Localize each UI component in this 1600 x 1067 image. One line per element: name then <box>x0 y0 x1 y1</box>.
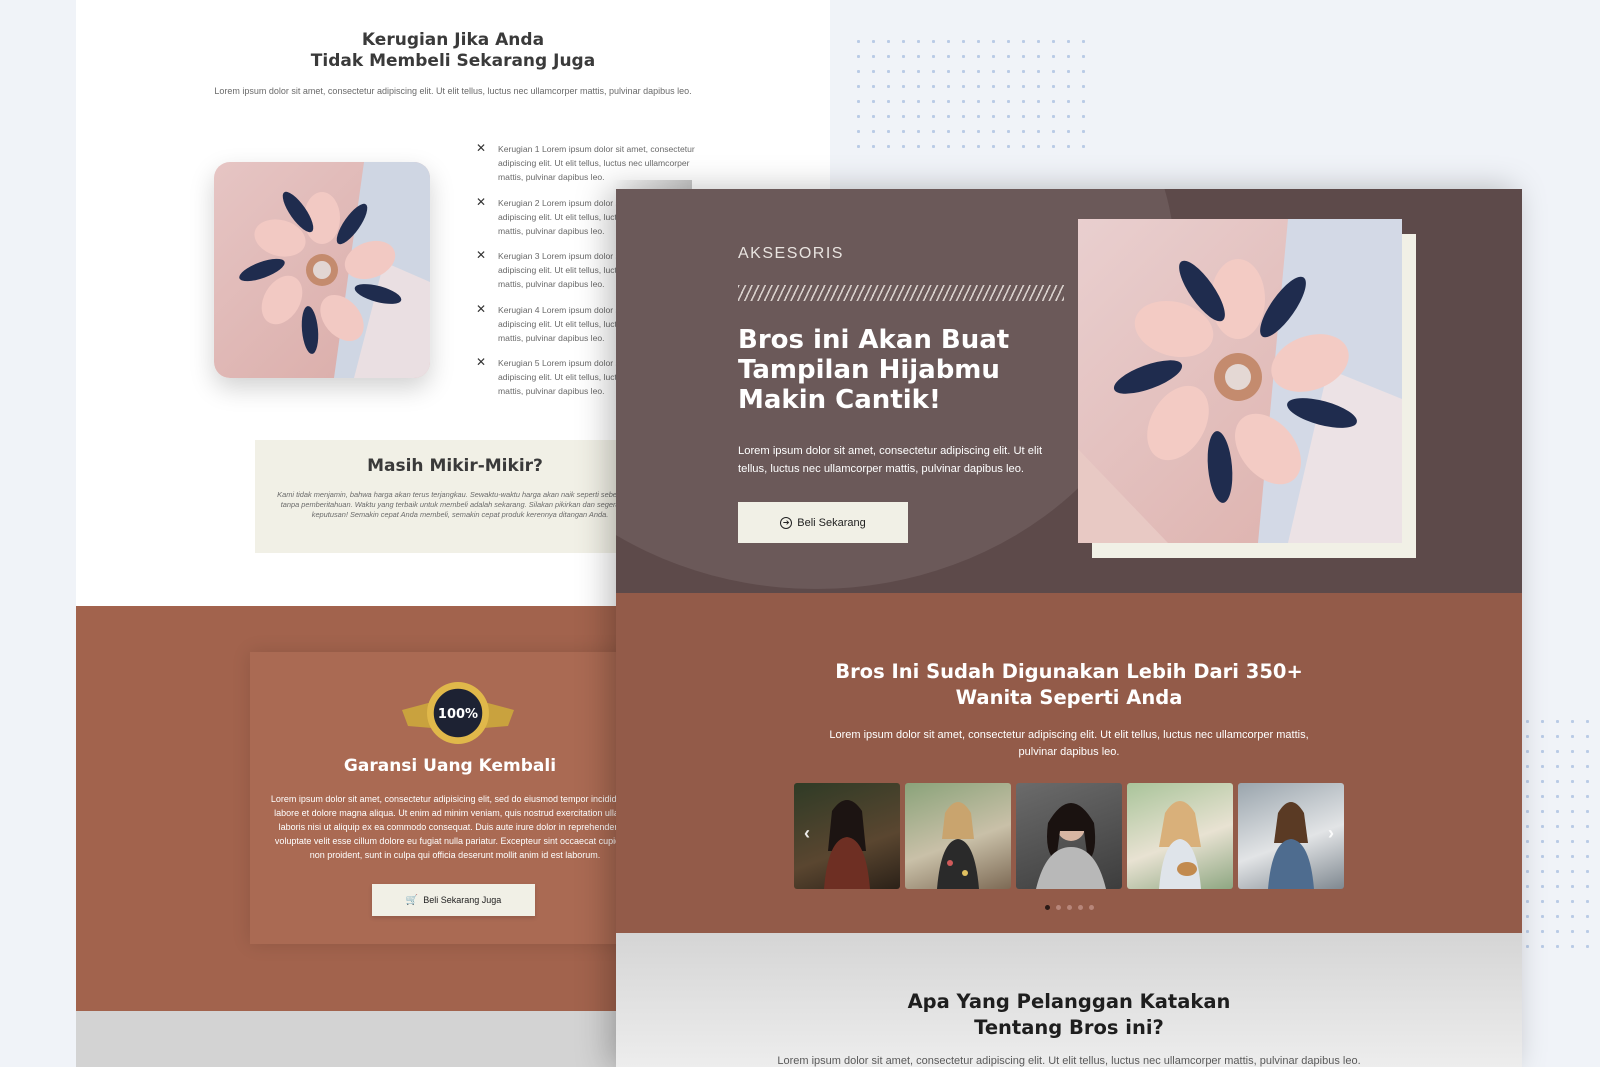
users-description: Lorem ipsum dolor sit amet, consectetur … <box>829 729 1309 758</box>
loss-subtitle: Lorem ipsum dolor sit amet, consectetur … <box>214 86 692 96</box>
carousel-dot[interactable] <box>1077 905 1083 910</box>
x-icon: ✕ <box>476 194 487 209</box>
users-title: Bros Ini Sudah Digunakan Lebih Dari 350+… <box>616 659 1522 711</box>
customer-photo <box>1127 783 1233 889</box>
buy-now-label: Beli Sekarang <box>797 516 866 529</box>
hero-title: Bros ini Akan Buat Tampilan Hijabmu Maki… <box>738 325 1010 415</box>
x-icon: ✕ <box>476 141 487 155</box>
testimonials-title-line1: Apa Yang Pelanggan Katakan <box>907 990 1231 1013</box>
doubt-title: Masih Mikir-Mikir? <box>367 456 543 476</box>
x-icon: ✕ <box>476 355 487 369</box>
x-icon: ✕ <box>476 301 487 316</box>
x-icon: ✕ <box>476 248 487 262</box>
front-landing-page: AKSESORIS Bros ini Akan Buat Tampilan Hi… <box>616 189 1522 1067</box>
carousel-dot[interactable] <box>1044 905 1050 910</box>
circle-arrow-right-icon: ➔ <box>780 516 793 529</box>
loss-heading-line1: Kerugian Jika Anda <box>361 30 545 50</box>
dot-pattern-top <box>851 34 1091 154</box>
badge-text: 100% <box>438 707 478 722</box>
testimonials-description: Lorem ipsum dolor sit amet, consectetur … <box>777 1055 1361 1067</box>
dot-pattern-right <box>1520 714 1594 954</box>
chevron-right-icon[interactable]: › <box>1328 823 1334 844</box>
guarantee-title: Garansi Uang Kembali <box>343 756 557 776</box>
money-back-badge-icon: 100% <box>402 682 514 744</box>
stripe-divider <box>738 285 1064 301</box>
loss-item-text: Kerugian 1 Lorem ipsum dolor sit amet, c… <box>498 144 695 182</box>
carousel-dot[interactable] <box>1088 905 1094 910</box>
customer-photo <box>905 783 1011 889</box>
testimonials-title-line2: Tentang Bros ini? <box>974 1016 1164 1039</box>
loss-heading-line2: Tidak Membeli Sekarang Juga <box>310 51 596 71</box>
carousel-pagination <box>616 905 1522 910</box>
guarantee-card: 100% Garansi Uang Kembali Lorem ipsum do… <box>250 652 670 944</box>
category-label: AKSESORIS <box>738 245 844 262</box>
loss-heading: Kerugian Jika Anda Tidak Membeli Sekaran… <box>76 30 830 72</box>
cart-icon: 🛒 <box>405 894 419 906</box>
doubt-body: Kami tidak menjamin, bahwa harga akan te… <box>277 490 643 519</box>
buy-now-button[interactable]: ➔ Beli Sekarang <box>738 502 908 543</box>
chevron-left-icon[interactable]: ‹ <box>804 823 810 844</box>
hero-brooch-image <box>1078 219 1402 543</box>
guarantee-body: Lorem ipsum dolor sit amet, consectetur … <box>270 794 640 860</box>
carousel-dot[interactable] <box>1055 905 1061 910</box>
hero-section: AKSESORIS Bros ini Akan Buat Tampilan Hi… <box>616 189 1522 593</box>
photo-carousel: ‹ › <box>794 783 1344 889</box>
carousel-dot[interactable] <box>1066 905 1072 910</box>
testimonials-title: Apa Yang Pelanggan Katakan Tentang Bros … <box>616 989 1522 1041</box>
users-section: Bros Ini Sudah Digunakan Lebih Dari 350+… <box>616 593 1522 933</box>
testimonials-section: Apa Yang Pelanggan Katakan Tentang Bros … <box>616 933 1522 1067</box>
users-title-line2: Wanita Seperti Anda <box>955 686 1183 709</box>
buy-now-too-button[interactable]: 🛒 Beli Sekarang Juga <box>372 884 535 916</box>
customer-photo <box>1016 783 1122 889</box>
users-title-line1: Bros Ini Sudah Digunakan Lebih Dari 350+ <box>835 660 1303 683</box>
buy-now-too-label: Beli Sekarang Juga <box>423 895 502 905</box>
hero-description: Lorem ipsum dolor sit amet, consectetur … <box>738 445 1043 475</box>
brooch-image <box>214 162 430 378</box>
